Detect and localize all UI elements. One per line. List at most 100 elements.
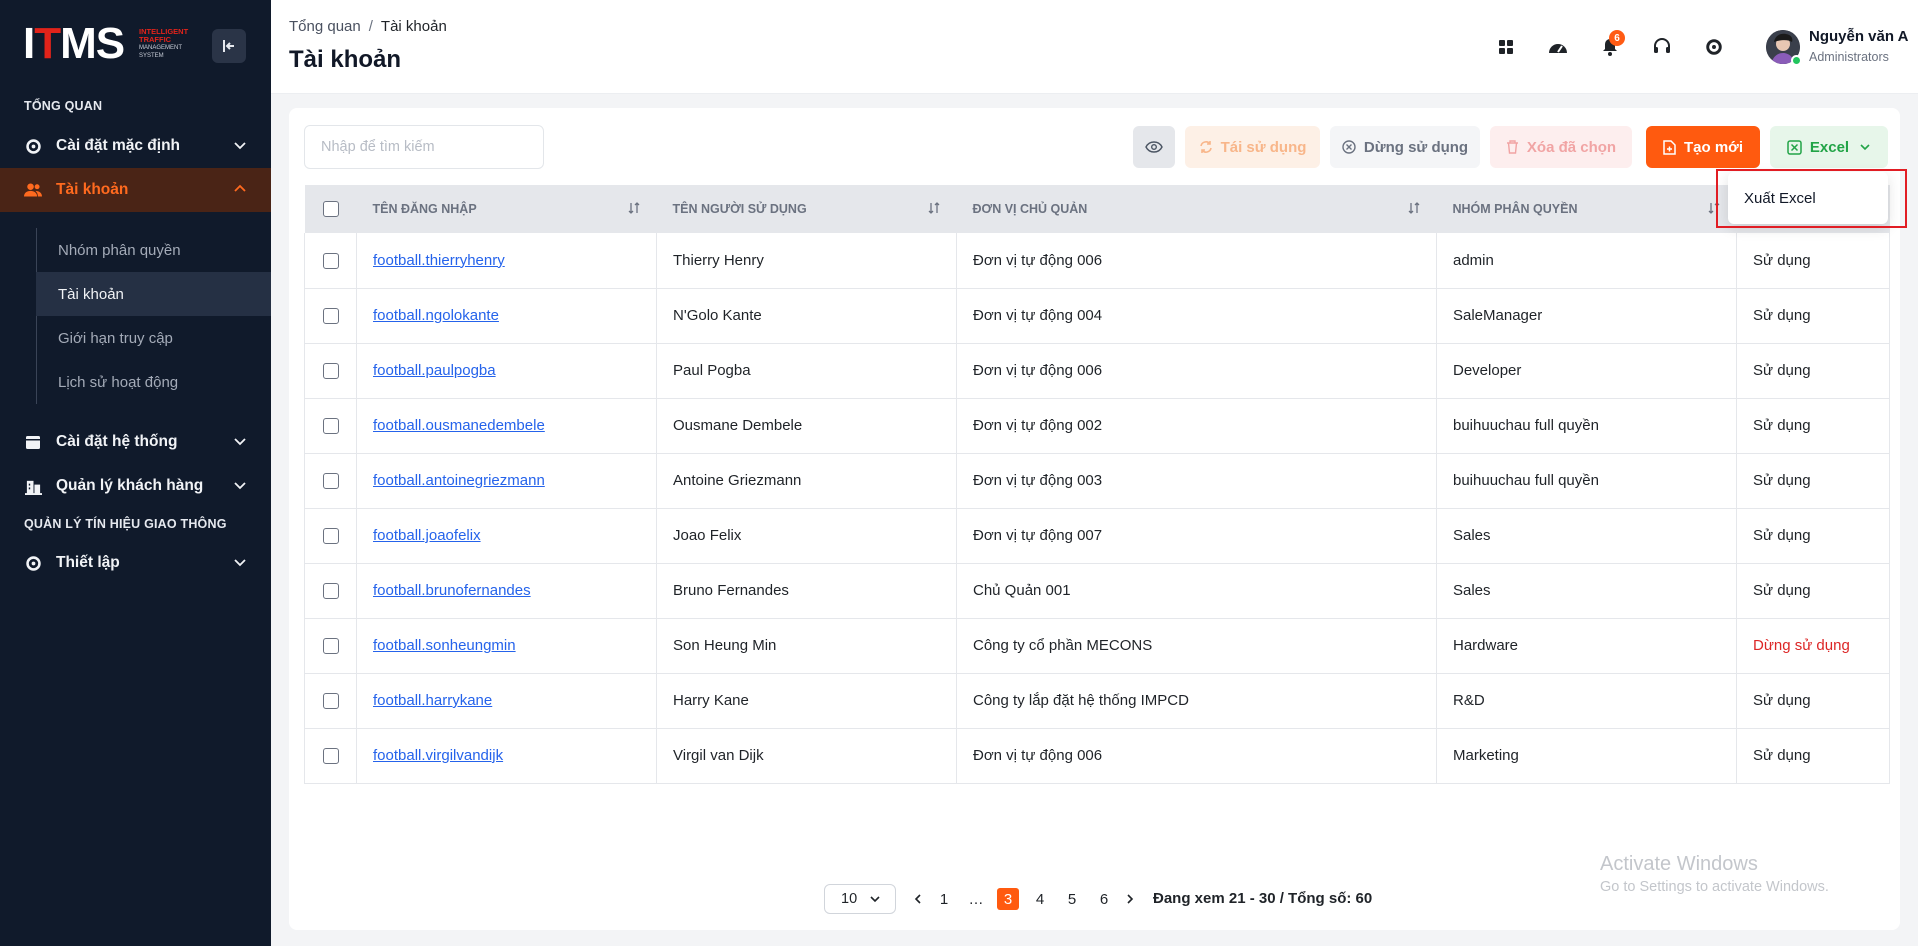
highlight-box xyxy=(1716,169,1907,228)
sidebar-item-accounts[interactable]: Tài khoản xyxy=(0,168,271,212)
notifications-button[interactable]: 6 xyxy=(1595,30,1625,62)
status-cell: Sử dụng xyxy=(1736,728,1890,783)
headset-icon xyxy=(1654,38,1670,53)
page-button-1[interactable]: 1 xyxy=(933,888,955,910)
username-link[interactable]: football.antoinegriezmann xyxy=(373,472,545,489)
activate-windows-subtitle: Go to Settings to activate Windows. xyxy=(1600,879,1829,895)
table-row: football.virgilvandijk Virgil van Dijk Đơn… xyxy=(304,728,1890,783)
sidebar-subitem-activity-history[interactable]: Lịch sử hoạt động xyxy=(36,360,271,404)
username-link[interactable]: football.harrykane xyxy=(373,692,492,709)
trash-icon xyxy=(1506,140,1519,154)
unit-cell: Chủ Quản 001 xyxy=(956,563,1437,618)
collapse-sidebar-button[interactable] xyxy=(212,29,246,63)
sidebar-item-system-settings[interactable]: Cài đặt hệ thống xyxy=(0,420,271,464)
row-checkbox[interactable] xyxy=(322,473,339,490)
table-row: football.harrykane Harry Kane Công ty lắp … xyxy=(304,673,1890,728)
user-name-cell: Thierry Henry xyxy=(656,233,957,288)
column-header-username[interactable]: TÊN ĐĂNG NHẬP xyxy=(357,185,657,233)
page-button-6[interactable]: 6 xyxy=(1093,888,1115,910)
settings-button[interactable] xyxy=(1699,32,1729,62)
sidebar-item-label: Thiết lập xyxy=(56,554,120,571)
sort-icon[interactable] xyxy=(927,201,941,215)
username-cell: football.joaofelix xyxy=(356,508,657,563)
create-new-button[interactable]: Tạo mới xyxy=(1646,126,1760,168)
delete-selected-button[interactable]: Xóa đã chọn xyxy=(1490,126,1632,168)
unit-cell: Đơn vị tự động 006 xyxy=(956,728,1437,783)
dashboard-button[interactable] xyxy=(1543,32,1573,62)
table-header-row: TÊN ĐĂNG NHẬP TÊN NGƯỜI SỬ DỤNG ĐƠN VỊ C… xyxy=(304,185,1890,233)
support-button[interactable] xyxy=(1647,32,1677,62)
sidebar-subitem-permission-groups[interactable]: Nhóm phân quyền xyxy=(36,228,271,272)
sidebar-item-label: Cài đặt mặc định xyxy=(56,137,181,154)
row-checkbox[interactable] xyxy=(322,363,339,380)
row-select-cell xyxy=(304,233,357,288)
page-button-4[interactable]: 4 xyxy=(1029,888,1051,910)
username-link[interactable]: football.ngolokante xyxy=(373,307,499,324)
speedometer-icon xyxy=(1549,44,1567,53)
reuse-button[interactable]: Tái sử dụng xyxy=(1185,126,1320,168)
page-size-select[interactable]: 10 xyxy=(824,884,896,914)
row-checkbox[interactable] xyxy=(322,418,339,435)
row-checkbox[interactable] xyxy=(322,638,339,655)
user-name[interactable]: Nguyễn văn A xyxy=(1809,28,1908,45)
sidebar-item-customer-management[interactable]: Quản lý khách hàng xyxy=(0,464,271,508)
column-header-permission-group[interactable]: NHÓM PHÂN QUYỀN xyxy=(1437,185,1737,233)
username-link[interactable]: football.thierryhenry xyxy=(373,252,505,269)
row-checkbox[interactable] xyxy=(322,252,339,269)
column-header-label: NHÓM PHÂN QUYỀN xyxy=(1452,202,1578,216)
toggle-columns-button[interactable] xyxy=(1133,126,1175,168)
table-row: football.joaofelix Joao Felix Đơn vị tự độ… xyxy=(304,508,1890,563)
page-button-5[interactable]: 5 xyxy=(1061,888,1083,910)
row-checkbox[interactable] xyxy=(322,528,339,545)
row-select-cell xyxy=(304,288,357,343)
calendar-icon xyxy=(24,433,42,451)
sidebar: ITMS INTELLIGENT TRAFFIC MANAGEMENT SYST… xyxy=(0,0,271,946)
sort-icon[interactable] xyxy=(627,201,641,215)
username-cell: football.antoinegriezmann xyxy=(356,453,657,508)
permission-group-cell: Marketing xyxy=(1436,728,1737,783)
row-checkbox[interactable] xyxy=(322,583,339,600)
excel-button[interactable]: Excel xyxy=(1770,126,1888,168)
unit-cell: Đơn vị tự động 006 xyxy=(956,343,1437,398)
stop-using-button[interactable]: Dừng sử dụng xyxy=(1330,126,1480,168)
page-button-3[interactable]: 3 xyxy=(997,888,1019,910)
sidebar-item-default-settings[interactable]: Cài đặt mặc định xyxy=(0,124,271,168)
username-link[interactable]: football.joaofelix xyxy=(373,527,481,544)
row-checkbox[interactable] xyxy=(322,748,339,765)
breadcrumb-root[interactable]: Tổng quan xyxy=(289,18,361,35)
apps-grid-button[interactable] xyxy=(1491,32,1521,62)
status-cell: Sử dụng xyxy=(1736,288,1890,343)
eye-icon xyxy=(1145,141,1163,153)
unit-cell: Công ty lắp đặt hệ thống IMPCD xyxy=(956,673,1437,728)
sidebar-item-setup[interactable]: Thiết lập xyxy=(0,541,271,585)
username-link[interactable]: football.sonheungmin xyxy=(373,637,516,654)
user-name-cell: Antoine Griezmann xyxy=(656,453,957,508)
select-all-cell xyxy=(305,185,357,233)
column-header-unit[interactable]: ĐƠN VỊ CHỦ QUẢN xyxy=(957,185,1437,233)
unit-cell: Đơn vị tự động 004 xyxy=(956,288,1437,343)
sidebar-subitem-accounts[interactable]: Tài khoản xyxy=(36,272,271,316)
logo-sub-3: MANAGEMENT xyxy=(139,45,183,51)
sidebar-subitem-access-limits[interactable]: Giới hạn truy cập xyxy=(36,316,271,360)
chevron-left-icon xyxy=(914,894,921,904)
page-ellipsis[interactable]: … xyxy=(965,888,987,910)
username-link[interactable]: football.ousmanedembele xyxy=(373,417,545,434)
username-link[interactable]: football.virgilvandijk xyxy=(373,747,503,764)
collapse-left-icon xyxy=(223,40,234,52)
search-input[interactable] xyxy=(304,125,544,169)
select-all-checkbox[interactable] xyxy=(322,201,339,217)
accounts-table: TÊN ĐĂNG NHẬP TÊN NGƯỜI SỬ DỤNG ĐƠN VỊ C… xyxy=(304,185,1890,784)
username-link[interactable]: football.brunofernandes xyxy=(373,582,531,599)
user-name-cell: Son Heung Min xyxy=(656,618,957,673)
username-link[interactable]: football.paulpogba xyxy=(373,362,496,379)
prev-page-button[interactable] xyxy=(907,888,929,910)
row-checkbox[interactable] xyxy=(322,693,339,710)
row-checkbox[interactable] xyxy=(322,308,339,325)
building-icon xyxy=(24,477,42,495)
permission-group-cell: SaleManager xyxy=(1436,288,1737,343)
column-header-user-name[interactable]: TÊN NGƯỜI SỬ DỤNG xyxy=(657,185,957,233)
table-row: football.sonheungmin Son Heung Min Công ty… xyxy=(304,618,1890,673)
next-page-button[interactable] xyxy=(1119,888,1141,910)
sort-icon[interactable] xyxy=(1407,201,1421,215)
table-row: football.antoinegriezmann Antoine Griezma… xyxy=(304,453,1890,508)
